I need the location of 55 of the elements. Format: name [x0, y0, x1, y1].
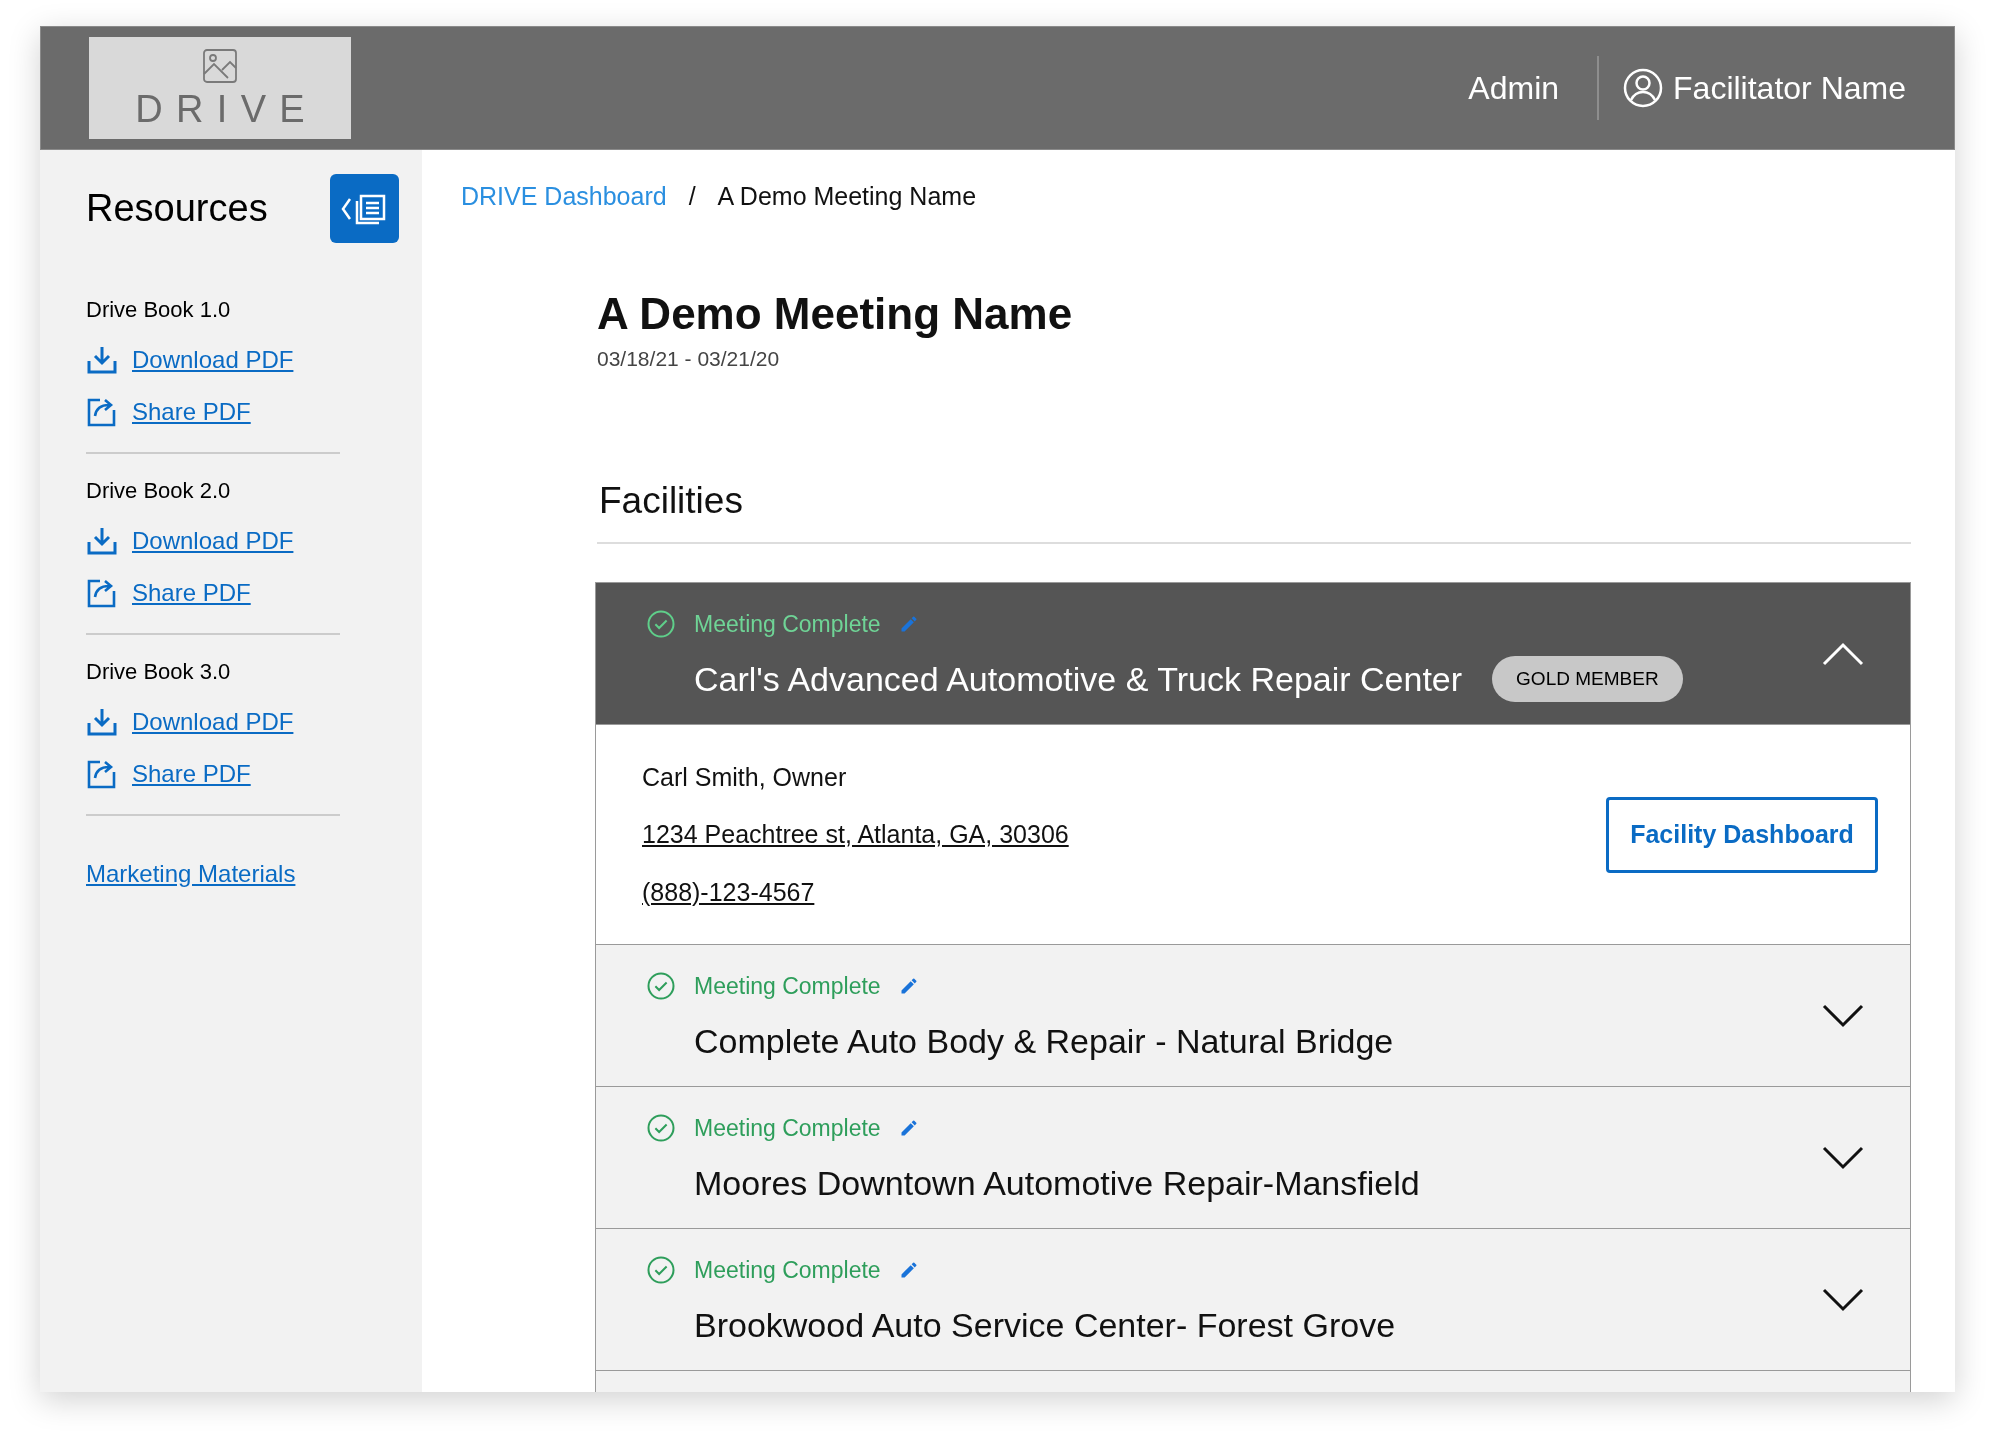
meeting-status: Meeting Complete [694, 610, 881, 639]
breadcrumb-separator: / [688, 181, 696, 212]
owner-name: Carl Smith, Owner [642, 761, 848, 793]
facility-dashboard-button[interactable]: Facility Dashboard [1606, 796, 1878, 873]
breadcrumb-link[interactable]: DRIVE Dashboard [461, 178, 667, 216]
marketing-materials-link[interactable]: Marketing Materials [86, 856, 340, 892]
download-pdf-link[interactable]: Download PDF [132, 523, 294, 559]
meeting-status: Meeting Complete [694, 1256, 881, 1285]
facility-header[interactable]: Meeting Complete Moores Downtown Automotive Repair-Mansfield [596, 1087, 1910, 1229]
book-title: Drive Book 1.0 [86, 296, 232, 324]
section-title: Facilities [598, 479, 744, 523]
phone-link[interactable]: (888)-123-4567 [642, 873, 1069, 911]
download-pdf-link[interactable]: Download PDF [132, 704, 294, 740]
facility-name: Carl's Advanced Automotive & Truck Repair Center [694, 658, 1463, 700]
download-icon [86, 706, 118, 738]
address-link[interactable]: 1234 Peachtree st, Atlanta, GA, 30306 [642, 816, 1069, 854]
check-circle-icon [646, 1255, 676, 1286]
share-icon [86, 396, 118, 428]
download-pdf-link[interactable]: Download PDF [132, 342, 294, 378]
download-icon [86, 525, 118, 557]
admin-link[interactable]: Admin [1468, 56, 1600, 120]
facility-name: Complete Auto Body & Repair - Natural Bridge [694, 1020, 1394, 1062]
chevron-down-icon[interactable] [1822, 1003, 1864, 1028]
share-pdf-link[interactable]: Share PDF [132, 575, 251, 611]
membership-badge: GOLD MEMBER [1492, 655, 1683, 703]
chevron-up-icon[interactable] [1822, 641, 1864, 666]
collapse-sidebar-button[interactable] [330, 174, 399, 243]
facility-header[interactable]: Meeting Complete Carl's Advanced Automotive & Truck Repair Center GOLD MEMBER [596, 583, 1910, 725]
logo[interactable]: DRIVE [89, 37, 351, 139]
facility-name: Moores Downtown Automotive Repair-Mansfield [694, 1162, 1420, 1204]
logo-text: DRIVE [134, 90, 318, 128]
book-title: Drive Book 3.0 [86, 658, 232, 686]
facility-header[interactable]: Meeting Complete Brookwood Auto Service Center- Forest Grove [596, 1229, 1910, 1371]
share-pdf-link[interactable]: Share PDF [132, 756, 251, 792]
chevron-down-icon[interactable] [1822, 1287, 1864, 1312]
sidebar-title: Resources [86, 186, 268, 231]
chevron-down-icon[interactable] [1822, 1145, 1864, 1170]
check-circle-icon [646, 1113, 676, 1144]
user-menu[interactable]: Facilitator Name [1599, 64, 1906, 112]
meeting-status: Meeting Complete [694, 1114, 881, 1143]
facility-header[interactable]: Meeting Complete Complete Auto Body & Repair - Natural Bridge [596, 945, 1910, 1087]
meeting-status: Meeting Complete [694, 972, 881, 1001]
book-title: Drive Book 2.0 [86, 477, 232, 505]
breadcrumb-current: A Demo Meeting Name [717, 181, 977, 212]
check-circle-icon [646, 609, 676, 640]
meeting-dates: 03/18/21 - 03/21/20 [597, 345, 781, 372]
share-pdf-link[interactable]: Share PDF [132, 394, 251, 430]
image-placeholder-icon [202, 48, 238, 84]
download-icon [86, 344, 118, 376]
meeting-title: A Demo Meeting Name [597, 287, 1074, 340]
share-icon [86, 577, 118, 609]
facility-name: Brookwood Auto Service Center- Forest Grove [694, 1304, 1396, 1346]
check-circle-icon [646, 971, 676, 1002]
share-icon [86, 758, 118, 790]
user-icon [1623, 68, 1664, 108]
